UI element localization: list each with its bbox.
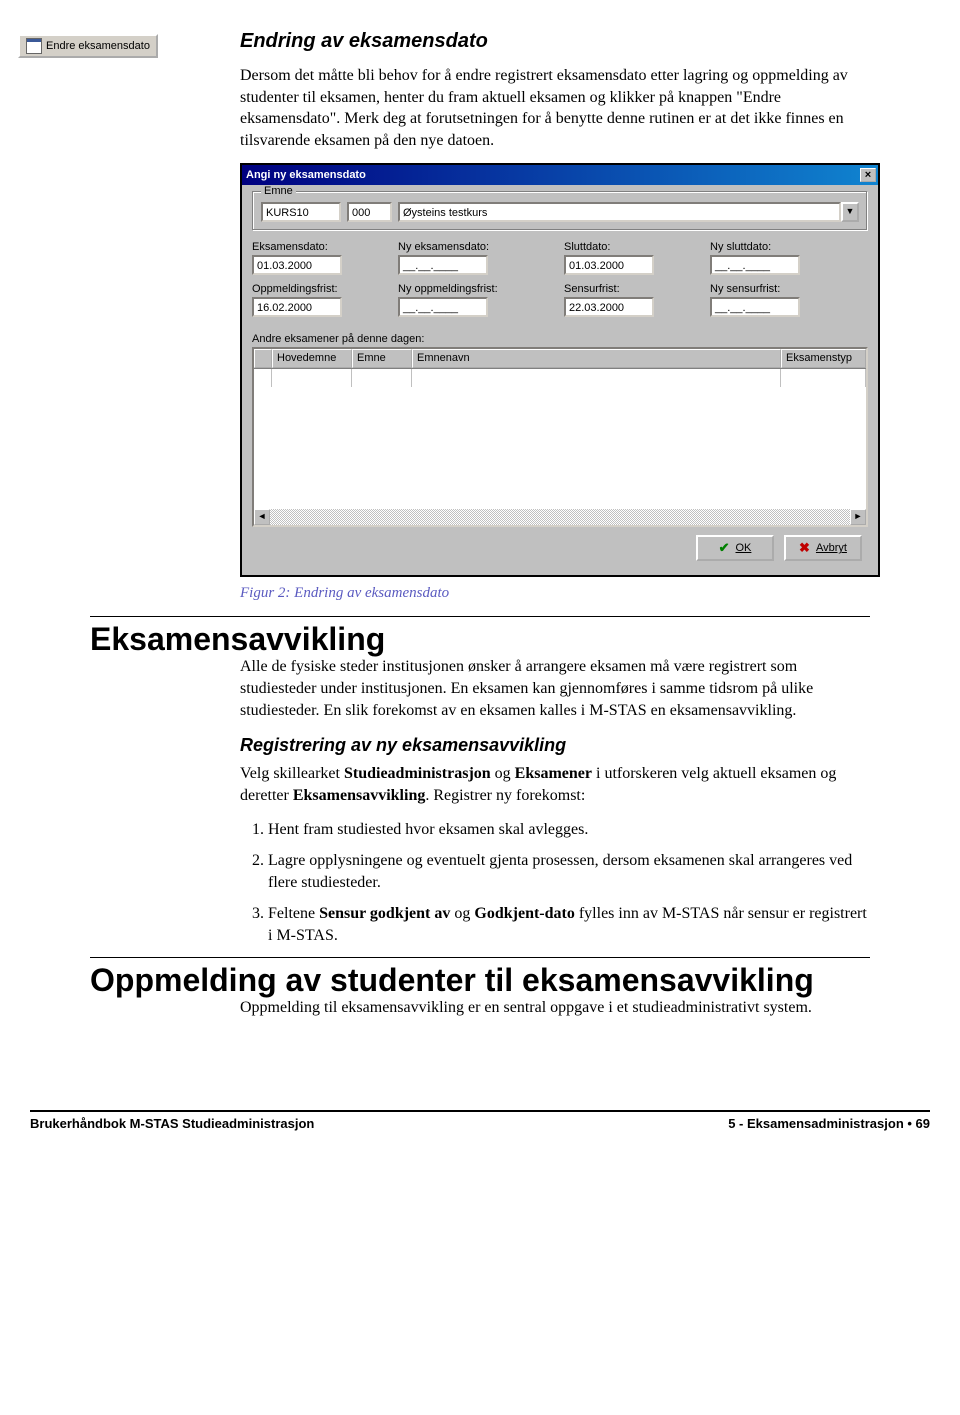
calendar-icon xyxy=(26,38,42,54)
sensurfrist-label: Sensurfrist: xyxy=(564,283,684,295)
ny-oppmeldingsfrist-label: Ny oppmeldingsfrist: xyxy=(398,283,538,295)
check-icon: ✔ xyxy=(719,540,730,556)
ny-sensurfrist-label: Ny sensurfrist: xyxy=(710,283,850,295)
andre-eksamener-label: Andre eksamener på denne dagen: xyxy=(252,333,868,345)
eksamensdato-field[interactable]: 01.03.2000 xyxy=(252,255,342,275)
ny-eksamensdato-label: Ny eksamensdato: xyxy=(398,241,538,253)
andre-eksamener-table: Hovedemne Emne Emnenavn Eksamenstyp ◄ xyxy=(252,347,868,527)
section2-para1: Alle de fysiske steder institusjonen øns… xyxy=(240,656,870,721)
ny-sensurfrist-field[interactable]: __.__.____ xyxy=(710,297,800,317)
ny-oppmeldingsfrist-field[interactable]: __.__.____ xyxy=(398,297,488,317)
avbryt-button-label: Avbryt xyxy=(816,542,847,554)
list-item-1: Hent fram studiested hvor eksamen skal a… xyxy=(268,819,870,841)
ok-button-label: OK xyxy=(736,542,752,554)
close-icon[interactable]: × xyxy=(860,168,876,182)
emne-dropdown-button[interactable]: ▼ xyxy=(841,202,859,222)
scroll-track[interactable] xyxy=(270,509,850,525)
table-header-emne[interactable]: Emne xyxy=(352,349,412,368)
avbryt-button[interactable]: ✖ Avbryt xyxy=(784,535,862,561)
ny-eksamensdato-field[interactable]: __.__.____ xyxy=(398,255,488,275)
table-header-hovedemne[interactable]: Hovedemne xyxy=(272,349,352,368)
registrering-subheading: Registrering av ny eksamensavvikling xyxy=(240,733,870,757)
ny-sluttdato-field[interactable]: __.__.____ xyxy=(710,255,800,275)
scroll-right-button[interactable]: ► xyxy=(850,509,866,525)
sluttdato-label: Sluttdato: xyxy=(564,241,684,253)
sensurfrist-field[interactable]: 22.03.2000 xyxy=(564,297,654,317)
footer-left: Brukerhåndbok M-STAS Studieadministrasjo… xyxy=(30,1116,314,1131)
endre-eksamensdato-button-image: Endre eksamensdato xyxy=(18,34,158,58)
emnenavn-field[interactable]: Øysteins testkurs xyxy=(398,202,841,222)
figure2-caption: Figur 2: Endring av eksamensdato xyxy=(240,585,870,602)
dialog-titlebar: Angi ny eksamensdato × xyxy=(242,165,878,185)
table-row xyxy=(254,369,866,387)
endre-eksamensdato-button-label: Endre eksamensdato xyxy=(46,39,150,53)
emneversjon-field[interactable]: 000 xyxy=(347,202,392,222)
table-header-emnenavn[interactable]: Emnenavn xyxy=(412,349,781,368)
oppmeldingsfrist-label: Oppmeldingsfrist: xyxy=(252,283,372,295)
oppmelding-heading: Oppmelding av studenter til eksamensavvi… xyxy=(90,957,870,999)
list-item-3: Feltene Sensur godkjent av og Godkjent-d… xyxy=(268,903,870,946)
list-item-2: Lagre opplysningene og eventuelt gjenta … xyxy=(268,850,870,893)
emne-legend: Emne xyxy=(261,185,296,197)
sluttdato-field[interactable]: 01.03.2000 xyxy=(564,255,654,275)
oppmeldingsfrist-field[interactable]: 16.02.2000 xyxy=(252,297,342,317)
emne-groupbox: Emne KURS10 000 Øysteins testkurs ▼ xyxy=(252,191,868,231)
eksamensavvikling-heading: Eksamensavvikling xyxy=(90,616,870,658)
ny-sluttdato-label: Ny sluttdato: xyxy=(710,241,850,253)
emnekode-field[interactable]: KURS10 xyxy=(261,202,341,222)
footer-right: 5 - Eksamensadministrasjon • 69 xyxy=(728,1116,930,1131)
section1-title: Endring av eksamensdato xyxy=(240,30,870,53)
section1-para1: Dersom det måtte bli behov for å endre r… xyxy=(240,65,870,151)
ok-button[interactable]: ✔ OK xyxy=(696,535,774,561)
scroll-left-button[interactable]: ◄ xyxy=(254,509,270,525)
section3-para1: Oppmelding til eksamensavvikling er en s… xyxy=(240,997,870,1019)
dialog-title: Angi ny eksamensdato xyxy=(246,169,366,181)
eksamensdato-label: Eksamensdato: xyxy=(252,241,372,253)
horizontal-scrollbar[interactable]: ◄ ► xyxy=(254,509,866,525)
angi-ny-eksamensdato-dialog: Angi ny eksamensdato × Emne KURS10 000 Ø… xyxy=(240,163,880,577)
table-header-select[interactable] xyxy=(254,349,272,368)
table-header-eksamenstype[interactable]: Eksamenstyp xyxy=(781,349,866,368)
section2-para2: Velg skillearket Studieadministrasjon og… xyxy=(240,763,870,806)
x-icon: ✖ xyxy=(799,540,810,556)
